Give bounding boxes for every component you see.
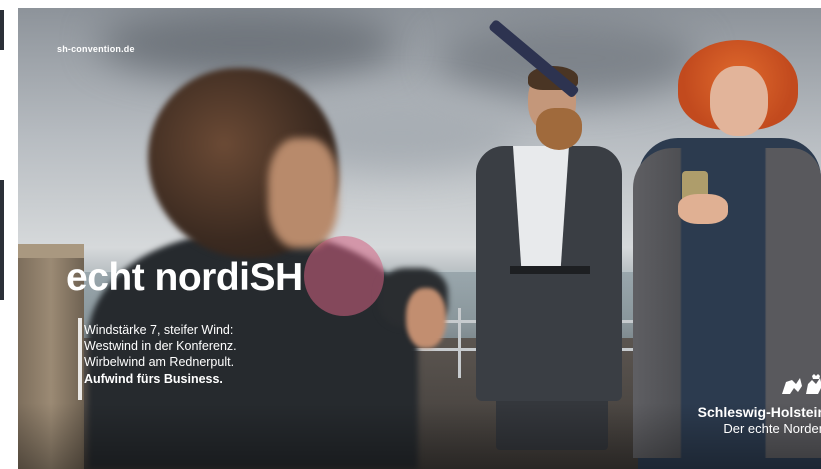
ad-copy: Windstärke 7, steifer Wind: Westwind in … bbox=[84, 322, 237, 387]
advertisement-image: sh-convention.de echt nordiSH Windstärke… bbox=[18, 8, 821, 469]
bearded-man-shirt bbox=[513, 146, 569, 270]
left-edge-sliver bbox=[0, 180, 4, 300]
crest-lion-icon bbox=[782, 374, 821, 394]
pink-accent-circle bbox=[304, 236, 384, 316]
woman-face bbox=[710, 66, 768, 136]
left-strip bbox=[0, 0, 18, 469]
railing-post bbox=[458, 308, 461, 378]
woman-hand bbox=[678, 194, 728, 224]
copy-accent-bar bbox=[78, 318, 82, 400]
headline: echt nordiSH bbox=[66, 256, 303, 299]
bearded-man-beard bbox=[536, 108, 582, 150]
brand-slogan: Der echte Norden bbox=[723, 421, 821, 436]
bearded-man-belt bbox=[510, 266, 590, 274]
website-url: sh-convention.de bbox=[57, 44, 135, 54]
copy-emphasis: Aufwind fürs Business. bbox=[84, 371, 223, 386]
foreground-man-hand bbox=[406, 288, 446, 348]
copy-line: Windstärke 7, steifer Wind: bbox=[84, 323, 234, 337]
copy-line: Wirbelwind am Rednerpult. bbox=[84, 355, 235, 370]
left-edge-sliver bbox=[0, 10, 4, 50]
foreground-man-face bbox=[268, 138, 338, 248]
brand-name: Schleswig-Holstein bbox=[697, 404, 821, 420]
copy-line: Westwind in der Konferenz. bbox=[84, 339, 237, 354]
